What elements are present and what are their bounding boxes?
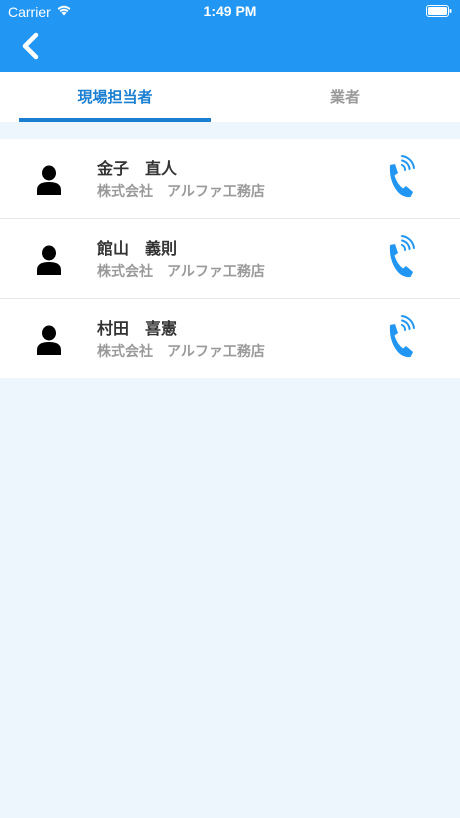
battery-icon [426, 5, 452, 17]
phone-icon[interactable] [384, 235, 418, 281]
contact-company: 株式会社 アルファ工務店 [97, 184, 265, 200]
contact-name: 村田 喜憲 [97, 319, 178, 338]
tab-site-staff[interactable]: 現場担当者 [0, 72, 230, 122]
contact-name: 館山 義則 [97, 239, 178, 258]
tab-indicator [19, 118, 211, 122]
contact-list: 金子 直人 株式会社 アルファ工務店 館山 義則 株式会社 アルファ工務店 村田… [0, 139, 460, 378]
contact-row[interactable]: 館山 義則 株式会社 アルファ工務店 [0, 219, 460, 299]
app-header: Carrier 1:49 PM [0, 0, 460, 72]
person-icon [37, 325, 61, 355]
contact-company: 株式会社 アルファ工務店 [97, 264, 265, 280]
status-time: 1:49 PM [203, 3, 257, 19]
phone-icon[interactable] [384, 155, 418, 201]
phone-icon[interactable] [384, 315, 418, 361]
status-bar: Carrier 1:49 PM [0, 0, 460, 24]
tab-contractors[interactable]: 業者 [230, 72, 460, 122]
contact-company: 株式会社 アルファ工務店 [97, 344, 265, 360]
contact-row[interactable]: 金子 直人 株式会社 アルファ工務店 [0, 139, 460, 219]
contact-name: 金子 直人 [97, 159, 178, 178]
person-icon [37, 245, 61, 275]
contact-row[interactable]: 村田 喜憲 株式会社 アルファ工務店 [0, 299, 460, 378]
person-icon [37, 165, 61, 195]
tab-bar: 現場担当者 業者 [0, 72, 460, 122]
back-icon[interactable] [16, 30, 48, 62]
